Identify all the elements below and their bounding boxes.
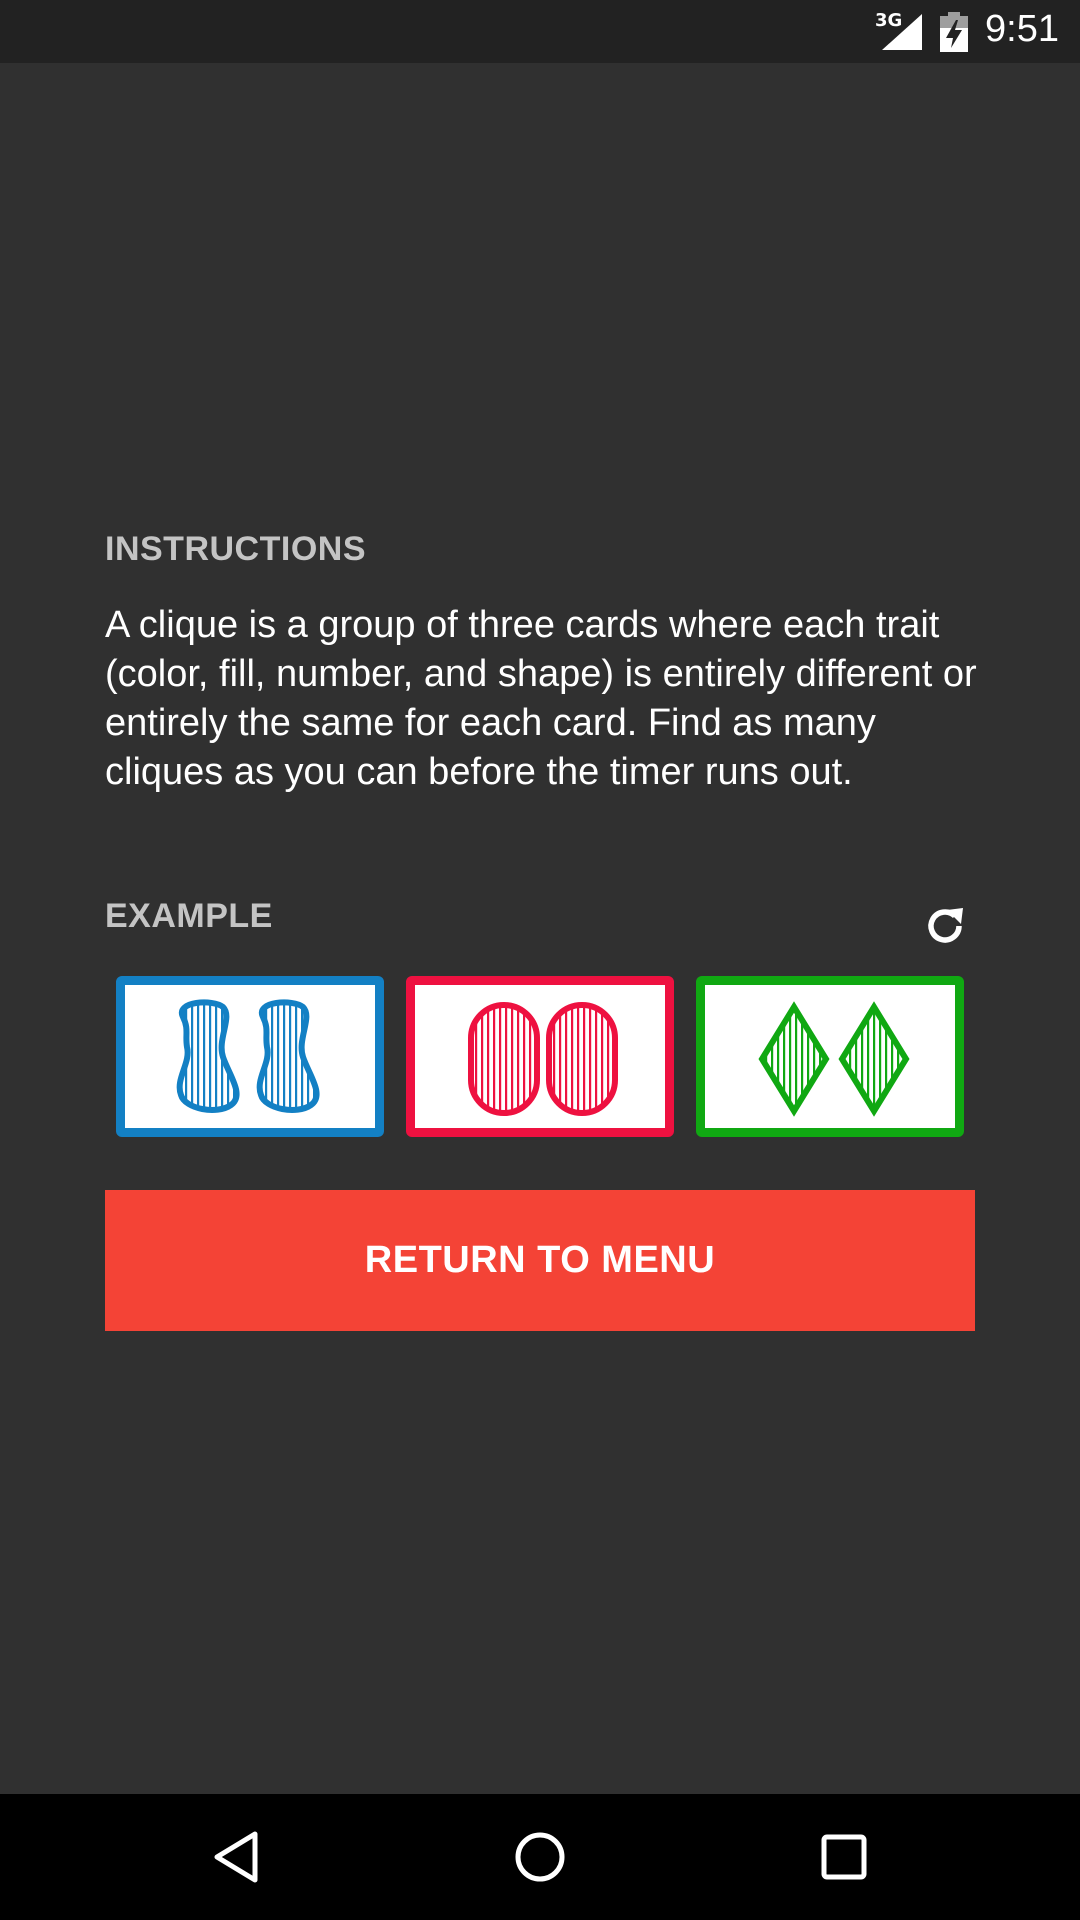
example-card-3[interactable] (696, 976, 964, 1137)
nav-recents-button[interactable] (774, 1794, 914, 1920)
status-clock: 9:51 (985, 8, 1059, 50)
battery-charging-icon (940, 12, 968, 52)
return-to-menu-button[interactable]: RETURN TO MENU (105, 1190, 975, 1331)
back-icon (214, 1831, 258, 1883)
signal-icon (882, 14, 922, 50)
instructions-heading: INSTRUCTIONS (105, 530, 366, 568)
recents-icon (821, 1834, 867, 1880)
example-card-2[interactable] (406, 976, 674, 1137)
diamond-shapes (758, 1001, 910, 1117)
oval-shapes (468, 1002, 618, 1116)
example-heading: EXAMPLE (105, 897, 273, 935)
screen: 3G 9:51 INSTRUCTIONS A clique is a group… (0, 0, 1080, 1920)
nav-home-button[interactable] (470, 1794, 610, 1920)
example-card-1[interactable] (116, 976, 384, 1137)
squiggle-shapes (125, 985, 375, 1128)
instructions-text: A clique is a group of three cards where… (105, 604, 977, 793)
status-bar: 3G 9:51 (0, 0, 1080, 63)
nav-back-button[interactable] (166, 1794, 306, 1920)
nav-bar (0, 1794, 1080, 1920)
refresh-button[interactable] (917, 898, 973, 954)
refresh-icon (928, 908, 963, 943)
home-icon (515, 1832, 565, 1882)
